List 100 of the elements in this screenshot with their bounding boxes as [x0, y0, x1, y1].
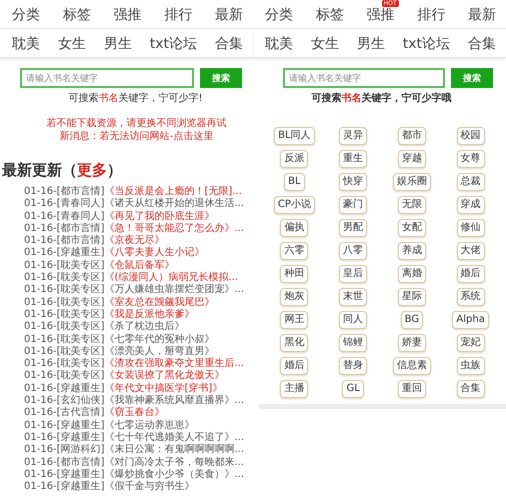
book-title-link[interactable]: 《渣攻在强取豪夺文里重生后...: [104, 358, 244, 370]
tag-link[interactable]: BL: [284, 173, 305, 191]
tag-link[interactable]: BL同人: [274, 127, 315, 145]
nav-link[interactable]: 男生: [356, 36, 385, 52]
tag-link[interactable]: 重生: [339, 150, 368, 168]
tag-link[interactable]: 虫族: [456, 357, 485, 375]
nav-link[interactable]: 排行: [164, 7, 192, 23]
book-title-link[interactable]: 《七零年代的冤种小叔》: [104, 334, 214, 345]
tag-link[interactable]: 系统: [456, 288, 485, 306]
book-title-link[interactable]: 《再见了我的卧底生涯》: [104, 210, 214, 222]
nav-link[interactable]: 分类: [12, 7, 40, 23]
book-title-link[interactable]: 《我是反派他亲爹》: [104, 308, 194, 320]
tag-link[interactable]: 六零: [280, 242, 308, 260]
book-title-link[interactable]: 《爆炒挑食小少爷（美食）》...: [104, 468, 244, 480]
nav-link[interactable]: 女生: [58, 36, 86, 52]
nav-link[interactable]: 合集: [214, 36, 243, 52]
tag-link[interactable]: 离婚: [398, 265, 426, 283]
book-title-link[interactable]: 《漂亮美人，掰弯直男》: [104, 346, 214, 357]
book-title-link[interactable]: 《(综漫同人）病弱兄长模拟...: [104, 272, 238, 284]
book-title-link[interactable]: 《诸天从红楼开始的退休生活...: [104, 198, 244, 210]
tag-link[interactable]: 婚后: [456, 265, 485, 283]
tag-link[interactable]: 总裁: [456, 173, 485, 191]
nav-link[interactable]: 男生: [104, 36, 132, 52]
tag-link[interactable]: 都市: [398, 127, 426, 145]
nav-link[interactable]: 标签: [316, 7, 344, 23]
nav-link[interactable]: 女生: [310, 36, 339, 52]
tag-link[interactable]: 反派: [280, 150, 308, 168]
tag-link[interactable]: 同人: [339, 311, 368, 329]
book-title-link[interactable]: 《万人嫌雄虫靠摆烂变团宠》...: [104, 284, 244, 296]
tag-link[interactable]: 无限: [398, 196, 426, 214]
date-category: 01-16-[青春同人]: [24, 210, 104, 222]
tag-link[interactable]: 种田: [280, 265, 308, 283]
nav-link[interactable]: 强推: [114, 7, 142, 23]
nav-link[interactable]: 标签: [62, 7, 91, 23]
tag-link[interactable]: 宠妃: [456, 334, 485, 352]
tag-link[interactable]: CP小说: [274, 196, 315, 214]
tag-link[interactable]: 校园: [456, 127, 485, 145]
nav-link[interactable]: 最新: [468, 7, 496, 23]
search-field[interactable]: 请输入书名关键字: [20, 68, 194, 88]
nav-link[interactable]: 最新: [215, 7, 243, 23]
tag-link[interactable]: 皇后: [339, 265, 368, 283]
search-field[interactable]: 请输入书名关键字: [283, 68, 445, 88]
tag-link[interactable]: 婚后: [280, 357, 308, 375]
tag-link[interactable]: 女尊: [456, 150, 485, 168]
tag-link[interactable]: 偏执: [280, 219, 308, 237]
nav-link[interactable]: 合集: [468, 36, 496, 52]
tag-link[interactable]: GL: [342, 380, 364, 398]
book-title-link[interactable]: 《假千金与穷书生》: [104, 481, 194, 492]
tag-link[interactable]: 炮灰: [280, 288, 308, 306]
tag-link[interactable]: 信息素: [392, 357, 431, 375]
tag-link[interactable]: 灵异: [339, 127, 368, 145]
notice-link[interactable]: 新消息：若无法访问网站-点击这里: [20, 130, 253, 143]
book-title-link[interactable]: 《末日公寓：有鬼啊啊啊啊啊...: [104, 444, 244, 456]
book-title-link[interactable]: 《我靠神豪系统风靡直播界》...: [104, 395, 244, 406]
tag-link[interactable]: 黑化: [280, 334, 308, 352]
nav-link[interactable]: 耽美: [265, 36, 293, 52]
nav-link[interactable]: 强推: [366, 7, 394, 23]
book-title-link[interactable]: 《对门高冷太子爷，每晚都来...: [104, 456, 244, 468]
tag-link[interactable]: 八零: [339, 242, 368, 260]
book-title-link[interactable]: 《室友总在觊觎我尾巴》: [104, 296, 214, 308]
nav-link[interactable]: 耽美: [12, 36, 40, 52]
book-title-link[interactable]: 《京夜无尽》: [104, 235, 164, 246]
tag-link[interactable]: 穿越: [398, 150, 426, 168]
more-link[interactable]: 更多: [77, 161, 107, 179]
book-title-link[interactable]: 《当反派是会上瘾的！[无限]...: [104, 186, 242, 197]
tag-link[interactable]: 大佬: [456, 242, 485, 260]
book-title-link[interactable]: 《七零运动养崽崽》: [104, 420, 194, 431]
tag-link[interactable]: 锦鲤: [339, 334, 368, 352]
nav-link[interactable]: txt论坛: [150, 36, 198, 52]
nav-link[interactable]: 分类: [265, 7, 293, 23]
tag-link[interactable]: 网王: [280, 311, 308, 329]
tag-link[interactable]: 娇妻: [398, 334, 426, 352]
date-category: 01-16-[耽美专区]: [24, 296, 104, 308]
book-title-link[interactable]: 《年代文中搞医学[穿书]》: [104, 382, 222, 394]
nav-link[interactable]: 排行: [417, 7, 446, 23]
tag-link[interactable]: 女配: [398, 219, 426, 237]
book-title-link[interactable]: 《杀了枕边虫后》: [104, 321, 184, 332]
tag-link[interactable]: 养成: [398, 242, 426, 260]
tag-link[interactable]: 穿成: [456, 196, 485, 214]
tag-link[interactable]: 合集: [456, 380, 485, 398]
book-title-link[interactable]: 《八零夫妻人生小记》: [104, 247, 204, 258]
tag-link[interactable]: 修仙: [456, 219, 485, 237]
tag-link[interactable]: 豪门: [339, 196, 368, 214]
tag-link[interactable]: 快穿: [339, 173, 368, 191]
tag-link[interactable]: BG: [400, 311, 424, 329]
tag-link[interactable]: 替身: [339, 357, 368, 375]
book-title-link[interactable]: 《急！哥哥太能忍了怎么办》...: [104, 222, 244, 234]
tag-link[interactable]: 末世: [339, 288, 368, 306]
book-title-link[interactable]: 《仓鼠后备军》: [104, 260, 174, 271]
tag-link[interactable]: 男配: [339, 219, 368, 237]
tag-link[interactable]: 主播: [280, 380, 308, 398]
tag-link[interactable]: 重回: [398, 380, 426, 398]
tag-link[interactable]: 娱乐圈: [392, 173, 431, 191]
book-title-link[interactable]: 《七十年代逃婚美人不追了》...: [104, 432, 244, 443]
book-title-link[interactable]: 《窃玉春台》: [104, 407, 164, 418]
tag-link[interactable]: 星际: [398, 288, 426, 306]
book-title-link[interactable]: 《女装误撩了黑化龙傲天》: [104, 370, 224, 382]
notice-link[interactable]: 若不能下载资源，请更换不同浏览器再试: [20, 117, 253, 130]
nav-link[interactable]: txt论坛: [402, 36, 450, 52]
tag-link[interactable]: Alpha: [452, 311, 489, 329]
